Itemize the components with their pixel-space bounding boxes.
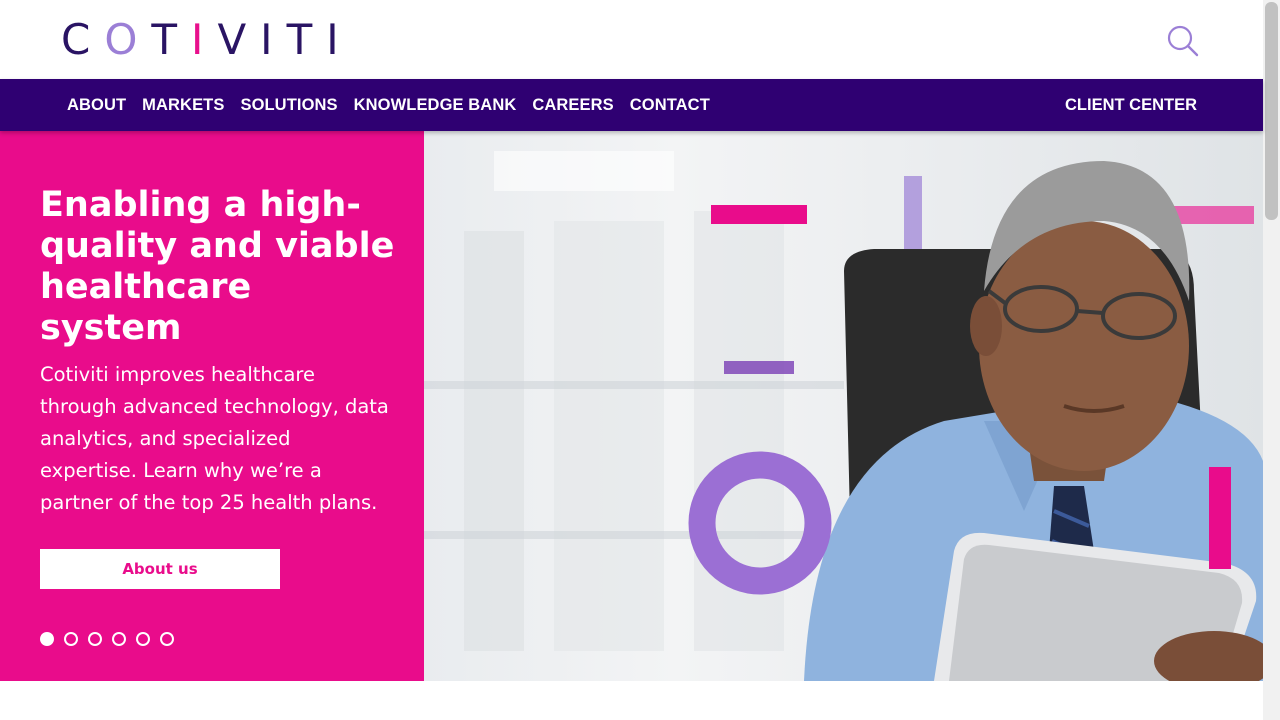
- cotiviti-logo[interactable]: COTIVITI: [61, 14, 353, 64]
- carousel-dot-6[interactable]: [160, 632, 174, 646]
- site-header: COTIVITI: [0, 0, 1263, 79]
- hero-photo-illustration: [424, 151, 1263, 681]
- nav-item-contact[interactable]: CONTACT: [622, 96, 718, 115]
- hero-panel: Enabling a high-quality and viable healt…: [0, 131, 424, 681]
- logo-letter: O: [104, 14, 152, 64]
- carousel-dot-3[interactable]: [88, 632, 102, 646]
- scrollbar-thumb[interactable]: [1265, 2, 1278, 220]
- client-center-link[interactable]: CLIENT CENTER: [1065, 79, 1197, 131]
- nav-item-knowledge-bank[interactable]: KNOWLEDGE BANK: [346, 96, 525, 115]
- nav-item-markets[interactable]: MARKETS: [134, 96, 232, 115]
- carousel-dot-5[interactable]: [136, 632, 150, 646]
- page-scrollbar[interactable]: [1263, 0, 1280, 720]
- carousel-dot-4[interactable]: [112, 632, 126, 646]
- nav-item-solutions[interactable]: SOLUTIONS: [232, 96, 345, 115]
- search-icon[interactable]: [1166, 24, 1200, 58]
- about-us-button[interactable]: About us: [40, 549, 280, 589]
- hero-title: Enabling a high-quality and viable healt…: [40, 185, 395, 348]
- nav-item-about[interactable]: ABOUT: [59, 96, 134, 115]
- hero-image: [424, 131, 1263, 681]
- carousel-dot-1[interactable]: [40, 632, 54, 646]
- logo-letter: I: [326, 14, 353, 64]
- logo-letter: T: [151, 14, 192, 64]
- logo-letter: I: [260, 14, 287, 64]
- carousel-dots: [40, 632, 174, 646]
- main-nav: ABOUT MARKETS SOLUTIONS KNOWLEDGE BANK C…: [0, 79, 1263, 131]
- hero-description: Cotiviti improves healthcare through adv…: [40, 363, 389, 514]
- logo-letter: T: [286, 14, 327, 64]
- logo-letter: V: [217, 14, 261, 64]
- logo-letter: I: [191, 14, 218, 64]
- carousel-dot-2[interactable]: [64, 632, 78, 646]
- logo-letter: C: [61, 14, 105, 64]
- nav-item-careers[interactable]: CAREERS: [524, 96, 621, 115]
